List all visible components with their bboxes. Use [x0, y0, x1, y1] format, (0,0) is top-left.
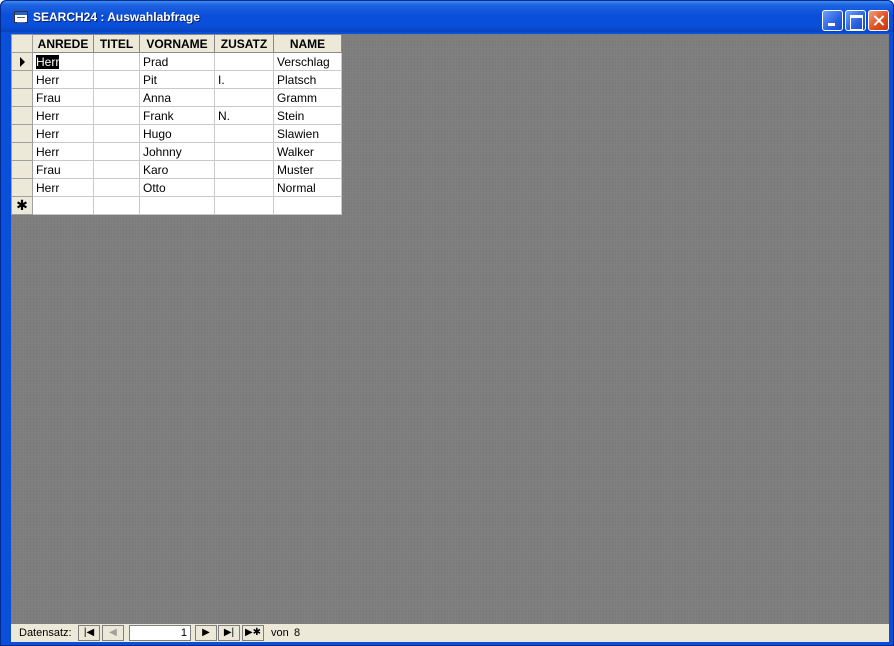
cell-anrede[interactable]: Frau	[32, 160, 94, 179]
cell-name[interactable]: Walker	[273, 142, 342, 161]
cell-name[interactable]: Stein	[273, 106, 342, 125]
cell-titel[interactable]	[93, 70, 140, 89]
table-row: Herr Johnny Walker	[11, 142, 342, 161]
datasheet-icon[interactable]	[14, 11, 28, 23]
cell-titel[interactable]	[93, 106, 140, 125]
table-row: Frau Karo Muster	[11, 160, 342, 179]
next-record-icon: ▶	[202, 627, 210, 638]
cell-zusatz[interactable]	[214, 52, 274, 71]
close-button[interactable]	[868, 10, 889, 31]
cell-name[interactable]: Slawien	[273, 124, 342, 143]
cell-anrede[interactable]: Herr	[32, 124, 94, 143]
window-title: SEARCH24 : Auswahlabfrage	[33, 10, 200, 24]
column-header-anrede[interactable]: ANREDE	[32, 34, 94, 53]
record-selector[interactable]	[11, 106, 33, 125]
cell-zusatz[interactable]	[214, 88, 274, 107]
cell-name[interactable]: Muster	[273, 160, 342, 179]
new-record-row: ✱	[11, 196, 342, 215]
cell-name[interactable]: Platsch	[273, 70, 342, 89]
cell-vorname[interactable]: Otto	[139, 178, 215, 197]
cell-titel[interactable]	[93, 142, 140, 161]
cell-vorname[interactable]: Johnny	[139, 142, 215, 161]
new-cell-titel[interactable]	[93, 196, 140, 215]
cell-anrede[interactable]: Herr	[32, 142, 94, 161]
column-header-vorname[interactable]: VORNAME	[139, 34, 215, 53]
record-label: Datensatz:	[19, 627, 72, 639]
query-window: SEARCH24 : Auswahlabfrage ANREDE TITEL V…	[0, 0, 894, 646]
cell-titel[interactable]	[93, 88, 140, 107]
table-row: Herr Otto Normal	[11, 178, 342, 197]
new-record-icon: ▶✱	[244, 627, 262, 638]
new-cell-name[interactable]	[273, 196, 342, 215]
cell-zusatz[interactable]	[214, 124, 274, 143]
cell-titel[interactable]	[93, 124, 140, 143]
datasheet-grid: ANREDE TITEL VORNAME ZUSATZ NAME Herr Pr…	[11, 34, 342, 215]
record-selector[interactable]	[11, 160, 33, 179]
cell-zusatz[interactable]	[214, 160, 274, 179]
cell-vorname[interactable]: Frank	[139, 106, 215, 125]
cell-vorname[interactable]: Prad	[139, 52, 215, 71]
cell-vorname[interactable]: Pit	[139, 70, 215, 89]
table-row: Frau Anna Gramm	[11, 88, 342, 107]
new-cell-anrede[interactable]	[32, 196, 94, 215]
cell-zusatz[interactable]: N.	[214, 106, 274, 125]
asterisk-icon: ✱	[16, 196, 28, 213]
cell-anrede[interactable]: Frau	[32, 88, 94, 107]
first-record-button[interactable]: |◀	[78, 625, 100, 641]
previous-record-icon: ◀	[109, 627, 117, 638]
record-selector[interactable]	[11, 52, 33, 71]
current-record-field[interactable]: 1	[129, 625, 191, 641]
minimize-button[interactable]	[822, 10, 843, 31]
last-record-button[interactable]: ▶|	[218, 625, 240, 641]
arrow-right-icon	[19, 57, 25, 68]
record-count: 8	[294, 627, 301, 639]
cell-anrede[interactable]: Herr	[32, 70, 94, 89]
header-row: ANREDE TITEL VORNAME ZUSATZ NAME	[11, 34, 342, 53]
cell-titel[interactable]	[93, 52, 140, 71]
title-bar[interactable]: SEARCH24 : Auswahlabfrage	[1, 1, 893, 32]
cell-titel[interactable]	[93, 160, 140, 179]
record-navigation-bar: Datensatz: |◀ ◀ 1 ▶ ▶| ▶✱ von 8	[11, 624, 889, 642]
cell-vorname[interactable]: Anna	[139, 88, 215, 107]
cell-name[interactable]: Normal	[273, 178, 342, 197]
cell-name[interactable]: Verschlag	[273, 52, 342, 71]
column-header-zusatz[interactable]: ZUSATZ	[214, 34, 274, 53]
previous-record-button[interactable]: ◀	[102, 625, 124, 641]
cell-zusatz[interactable]	[214, 142, 274, 161]
table-row: Herr Frank N. Stein	[11, 106, 342, 125]
record-selector[interactable]	[11, 178, 33, 197]
new-cell-zusatz[interactable]	[214, 196, 274, 215]
table-row: Herr Prad Verschlag	[11, 52, 342, 71]
cell-anrede[interactable]: Herr	[32, 106, 94, 125]
new-record-button[interactable]: ▶✱	[242, 625, 264, 641]
record-selector[interactable]	[11, 142, 33, 161]
cell-vorname[interactable]: Hugo	[139, 124, 215, 143]
cell-name[interactable]: Gramm	[273, 88, 342, 107]
record-selector[interactable]	[11, 88, 33, 107]
of-label: von	[271, 627, 289, 639]
record-selector[interactable]	[11, 124, 33, 143]
first-record-icon: |◀	[83, 627, 95, 638]
last-record-icon: ▶|	[223, 627, 235, 638]
table-row: Herr Hugo Slawien	[11, 124, 342, 143]
table-row: Herr Pit I. Platsch	[11, 70, 342, 89]
new-record-selector[interactable]: ✱	[11, 196, 33, 215]
cell-vorname[interactable]: Karo	[139, 160, 215, 179]
datasheet-area: ANREDE TITEL VORNAME ZUSATZ NAME Herr Pr…	[11, 34, 889, 624]
cell-titel[interactable]	[93, 178, 140, 197]
new-cell-vorname[interactable]	[139, 196, 215, 215]
select-all-button[interactable]	[11, 34, 33, 53]
next-record-button[interactable]: ▶	[195, 625, 217, 641]
cell-anrede[interactable]: Herr	[32, 178, 94, 197]
record-selector[interactable]	[11, 70, 33, 89]
cell-zusatz[interactable]	[214, 178, 274, 197]
cell-anrede[interactable]: Herr	[32, 52, 94, 71]
column-header-name[interactable]: NAME	[273, 34, 342, 53]
cell-anrede-value: Herr	[36, 54, 60, 69]
column-header-titel[interactable]: TITEL	[93, 34, 140, 53]
maximize-button[interactable]	[845, 10, 866, 31]
cell-zusatz[interactable]: I.	[214, 70, 274, 89]
